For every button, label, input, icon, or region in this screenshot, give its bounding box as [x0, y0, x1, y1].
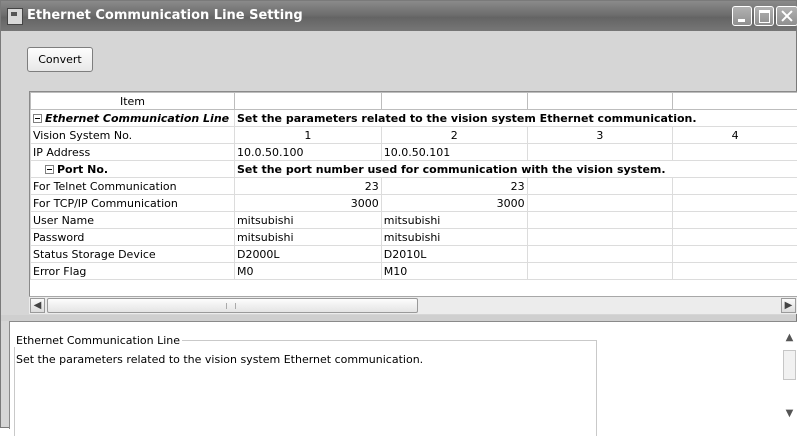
arrow-left-icon[interactable]: ◀: [30, 298, 45, 313]
row-label: For Telnet Communication: [31, 178, 235, 195]
window: Ethernet Communication Line Setting Conv…: [0, 0, 797, 428]
row-label: Ethernet Communication Line: [45, 112, 229, 125]
table-row[interactable]: IP Address 10.0.50.100 10.0.50.101: [31, 144, 797, 161]
row-label: Status Storage Device: [31, 246, 235, 263]
table-row[interactable]: For Telnet Communication 23 23: [31, 178, 797, 195]
close-button[interactable]: [776, 6, 797, 26]
cell[interactable]: mitsubishi: [234, 229, 381, 246]
description-panel: Ethernet Communication Line Set the para…: [9, 321, 797, 429]
cell[interactable]: [527, 178, 673, 195]
header-col: [381, 93, 527, 110]
cell[interactable]: 10.0.50.101: [381, 144, 527, 161]
arrow-up-icon[interactable]: ▲: [782, 330, 797, 345]
maximize-button[interactable]: [754, 6, 774, 26]
scrollbar-thumb[interactable]: [783, 350, 796, 380]
description-text: Set the parameters related to the vision…: [16, 353, 423, 366]
title-bar[interactable]: Ethernet Communication Line Setting: [1, 1, 796, 31]
cell[interactable]: M10: [381, 263, 527, 280]
cell[interactable]: [527, 246, 673, 263]
cell[interactable]: [527, 263, 673, 280]
parameter-grid: Item Ethernet Communication Line Set the…: [29, 91, 797, 298]
cell[interactable]: [673, 263, 797, 280]
cell[interactable]: 4: [673, 127, 797, 144]
header-col: [234, 93, 381, 110]
scrollbar-thumb[interactable]: [47, 298, 418, 313]
convert-button[interactable]: Convert: [27, 47, 93, 72]
cell[interactable]: mitsubishi: [234, 212, 381, 229]
cell[interactable]: [527, 229, 673, 246]
minus-box-icon[interactable]: [33, 114, 42, 123]
row-label: For TCP/IP Communication: [31, 195, 235, 212]
window-app-icon: [7, 8, 23, 25]
vertical-scrollbar[interactable]: ▲ ▼: [782, 322, 797, 429]
cell[interactable]: D2010L: [381, 246, 527, 263]
cell[interactable]: 23: [234, 178, 381, 195]
cell[interactable]: [673, 229, 797, 246]
window-title: Ethernet Communication Line Setting: [27, 8, 303, 23]
row-description: Set the port number used for communicati…: [234, 161, 797, 178]
cell[interactable]: D2000L: [234, 246, 381, 263]
cell[interactable]: mitsubishi: [381, 229, 527, 246]
cell[interactable]: [527, 212, 673, 229]
cell[interactable]: M0: [234, 263, 381, 280]
horizontal-scrollbar[interactable]: ◀ ▶: [29, 296, 797, 314]
minus-box-icon[interactable]: [45, 165, 54, 174]
table-row[interactable]: Port No. Set the port number used for co…: [31, 161, 797, 178]
table-row[interactable]: Error Flag M0 M10: [31, 263, 797, 280]
parameter-table: Item Ethernet Communication Line Set the…: [30, 92, 797, 280]
row-label: Port No.: [57, 163, 108, 176]
table-row[interactable]: Password mitsubishi mitsubishi: [31, 229, 797, 246]
cell[interactable]: [673, 246, 797, 263]
row-label: Vision System No.: [31, 127, 235, 144]
cell[interactable]: [527, 195, 673, 212]
table-row[interactable]: Ethernet Communication Line Set the para…: [31, 110, 797, 127]
table-row[interactable]: User Name mitsubishi mitsubishi: [31, 212, 797, 229]
table-row[interactable]: For TCP/IP Communication 3000 3000: [31, 195, 797, 212]
cell[interactable]: 3000: [381, 195, 527, 212]
table-row[interactable]: Status Storage Device D2000L D2010L: [31, 246, 797, 263]
row-description: Set the parameters related to the vision…: [234, 110, 797, 127]
cell[interactable]: 1: [234, 127, 381, 144]
arrow-down-icon[interactable]: ▼: [782, 406, 797, 421]
cell[interactable]: 23: [381, 178, 527, 195]
header-item: Item: [31, 93, 235, 110]
cell[interactable]: 3: [527, 127, 673, 144]
cell[interactable]: 10.0.50.100: [234, 144, 381, 161]
cell[interactable]: mitsubishi: [381, 212, 527, 229]
cell[interactable]: [673, 195, 797, 212]
row-label: User Name: [31, 212, 235, 229]
cell[interactable]: [673, 178, 797, 195]
row-label: IP Address: [31, 144, 235, 161]
cell[interactable]: [527, 144, 673, 161]
table-row[interactable]: Vision System No. 1 2 3 4: [31, 127, 797, 144]
cell[interactable]: 3000: [234, 195, 381, 212]
table-header-row: Item: [31, 93, 797, 110]
cell[interactable]: [673, 212, 797, 229]
minimize-button[interactable]: [732, 6, 752, 26]
header-col: [527, 93, 673, 110]
description-title: Ethernet Communication Line: [14, 334, 182, 347]
arrow-right-icon[interactable]: ▶: [781, 298, 796, 313]
header-col: [673, 93, 797, 110]
row-label: Password: [31, 229, 235, 246]
row-label: Error Flag: [31, 263, 235, 280]
cell[interactable]: 2: [381, 127, 527, 144]
cell[interactable]: [673, 144, 797, 161]
